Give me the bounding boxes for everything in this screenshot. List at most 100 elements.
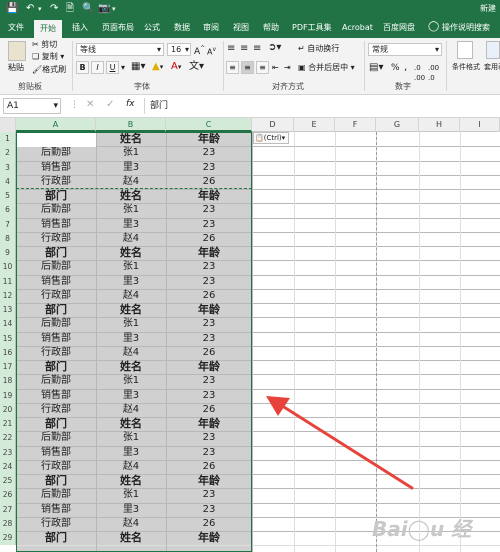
row-header[interactable]: 18 xyxy=(0,374,16,389)
paste-options-button[interactable]: 📋(Ctrl)▾ xyxy=(253,132,289,144)
align-right-icon[interactable]: ≡ xyxy=(256,61,269,74)
increase-indent-icon[interactable]: ⇥ xyxy=(284,63,291,73)
row-header[interactable]: 1 xyxy=(0,132,16,147)
bold-button[interactable]: B xyxy=(76,61,89,74)
tab-file[interactable]: 文件 xyxy=(8,22,24,34)
format-painter-button[interactable]: 🖌格式刷 xyxy=(32,65,66,75)
underline-dropdown-icon[interactable]: ▾ xyxy=(121,63,125,73)
insert-function-icon[interactable]: fx xyxy=(126,99,135,109)
row-header[interactable]: 19 xyxy=(0,388,16,403)
row-header[interactable]: 14 xyxy=(0,317,16,332)
tab-formulas[interactable]: 公式 xyxy=(144,22,160,34)
column-header-d[interactable]: D xyxy=(252,118,294,132)
cut-button[interactable]: ✂ 剪切 xyxy=(32,40,57,50)
new-file-icon[interactable]: 🗎 xyxy=(66,3,74,15)
paste-icon[interactable] xyxy=(8,41,26,61)
wrap-text-button[interactable]: ↵ 自动换行 xyxy=(298,44,339,54)
column-header-e[interactable]: E xyxy=(294,118,335,132)
row-header[interactable]: 6 xyxy=(0,203,16,218)
tab-baidu-netdisk[interactable]: 百度网盘 xyxy=(383,22,415,34)
tab-help[interactable]: 帮助 xyxy=(263,22,279,34)
row-header[interactable]: 8 xyxy=(0,231,16,246)
orientation-icon[interactable]: ➲▾ xyxy=(268,43,281,53)
italic-button[interactable]: I xyxy=(91,61,104,74)
row-header[interactable]: 25 xyxy=(0,474,16,489)
column-header-g[interactable]: G xyxy=(376,118,419,132)
align-top-icon[interactable]: ≡ xyxy=(227,44,235,54)
save-icon[interactable]: 💾 xyxy=(6,3,18,15)
phonetic-guide-icon[interactable]: 文▾ xyxy=(189,62,204,72)
row-header[interactable]: 11 xyxy=(0,274,16,289)
column-header-h[interactable]: H xyxy=(419,118,460,132)
row-header[interactable]: 2 xyxy=(0,146,16,161)
decrease-indent-icon[interactable]: ⇤ xyxy=(272,63,279,73)
row-header[interactable]: 22 xyxy=(0,431,16,446)
tab-page-layout[interactable]: 页面布局 xyxy=(102,22,134,34)
select-all-corner[interactable] xyxy=(0,118,16,132)
align-left-icon[interactable]: ≡ xyxy=(226,61,239,74)
tab-data[interactable]: 数据 xyxy=(174,22,190,34)
row-header[interactable]: 24 xyxy=(0,459,16,474)
number-format-dropdown[interactable]: 常规 ▾ xyxy=(368,43,442,56)
row-header[interactable]: 4 xyxy=(0,174,16,189)
customize-toolbar-icon[interactable]: ▾ xyxy=(112,3,116,15)
row-header[interactable]: 9 xyxy=(0,246,16,261)
grow-font-button[interactable]: A^ xyxy=(194,44,205,57)
row-header[interactable]: 5 xyxy=(0,189,16,204)
row-header[interactable]: 28 xyxy=(0,516,16,531)
camera-icon[interactable]: 📷 xyxy=(98,3,110,15)
enter-icon[interactable]: ✓ xyxy=(106,99,114,110)
row-header[interactable]: 27 xyxy=(0,502,16,517)
row-header[interactable]: 3 xyxy=(0,160,16,175)
font-name-dropdown[interactable]: 等线 ▾ xyxy=(76,43,164,56)
currency-icon[interactable]: ▤▾ xyxy=(369,63,383,73)
column-header-b[interactable]: B xyxy=(96,118,166,132)
shrink-font-button[interactable]: Av xyxy=(207,45,216,58)
row-header[interactable]: 13 xyxy=(0,303,16,318)
decrease-decimal-icon[interactable]: .00.0 xyxy=(428,63,439,83)
worksheet-grid[interactable]: A B C D E F G H I 1部门姓名年龄2后勤部张1233销售部里32… xyxy=(0,118,500,552)
column-header-i[interactable]: I xyxy=(460,118,500,132)
row-header[interactable]: 16 xyxy=(0,345,16,360)
row-header[interactable]: 12 xyxy=(0,288,16,303)
row-header[interactable]: 29 xyxy=(0,531,16,546)
row-header[interactable]: 7 xyxy=(0,217,16,232)
row-header[interactable]: 17 xyxy=(0,360,16,375)
row-header[interactable]: 20 xyxy=(0,402,16,417)
format-as-table-button[interactable]: 套用表格格式 xyxy=(484,62,500,72)
align-middle-icon[interactable]: ≡ xyxy=(240,44,248,54)
column-header-c[interactable]: C xyxy=(166,118,252,132)
cancel-icon[interactable]: ✕ xyxy=(86,99,94,110)
increase-decimal-icon[interactable]: .0.00 xyxy=(414,63,425,83)
align-center-icon[interactable]: ≡ xyxy=(241,61,254,74)
print-preview-icon[interactable]: 🔍 xyxy=(82,3,94,15)
tab-pdf-tools[interactable]: PDF工具集 xyxy=(292,22,332,34)
tab-home[interactable]: 开始 xyxy=(34,20,62,38)
tab-review[interactable]: 审阅 xyxy=(203,22,219,34)
column-header-a[interactable]: A xyxy=(16,118,96,132)
tab-insert[interactable]: 插入 xyxy=(72,22,88,34)
align-bottom-icon[interactable]: ≡ xyxy=(253,44,261,54)
row-header[interactable]: 15 xyxy=(0,331,16,346)
font-size-dropdown[interactable]: 16 ▾ xyxy=(167,43,191,56)
row-header[interactable]: 23 xyxy=(0,445,16,460)
row-header[interactable]: 10 xyxy=(0,260,16,275)
undo-icon[interactable]: ↶ xyxy=(26,3,34,15)
comma-button[interactable]: , xyxy=(404,63,407,73)
underline-button[interactable]: U xyxy=(106,61,119,74)
column-header-f[interactable]: F xyxy=(335,118,376,132)
copy-button[interactable]: ❏ 复制 ▾ xyxy=(32,52,64,62)
tab-acrobat[interactable]: Acrobat xyxy=(342,22,373,34)
formula-input[interactable]: 部门 xyxy=(150,99,168,113)
row-header[interactable]: 21 xyxy=(0,417,16,432)
tab-view[interactable]: 视图 xyxy=(233,22,249,34)
percent-button[interactable]: % xyxy=(391,63,400,73)
conditional-format-button[interactable]: 条件格式 xyxy=(452,62,480,72)
tell-me-search[interactable]: 操作说明搜索 xyxy=(442,22,490,34)
paste-button[interactable]: 粘贴 xyxy=(8,63,24,73)
undo-dropdown-icon[interactable]: ▾ xyxy=(38,3,42,15)
merge-center-button[interactable]: ▣ 合并后居中 ▾ xyxy=(298,63,355,73)
name-box[interactable]: A1 ▾ xyxy=(3,98,61,114)
row-header[interactable]: 26 xyxy=(0,488,16,503)
fill-color-icon[interactable]: ▲▾ xyxy=(152,62,163,72)
